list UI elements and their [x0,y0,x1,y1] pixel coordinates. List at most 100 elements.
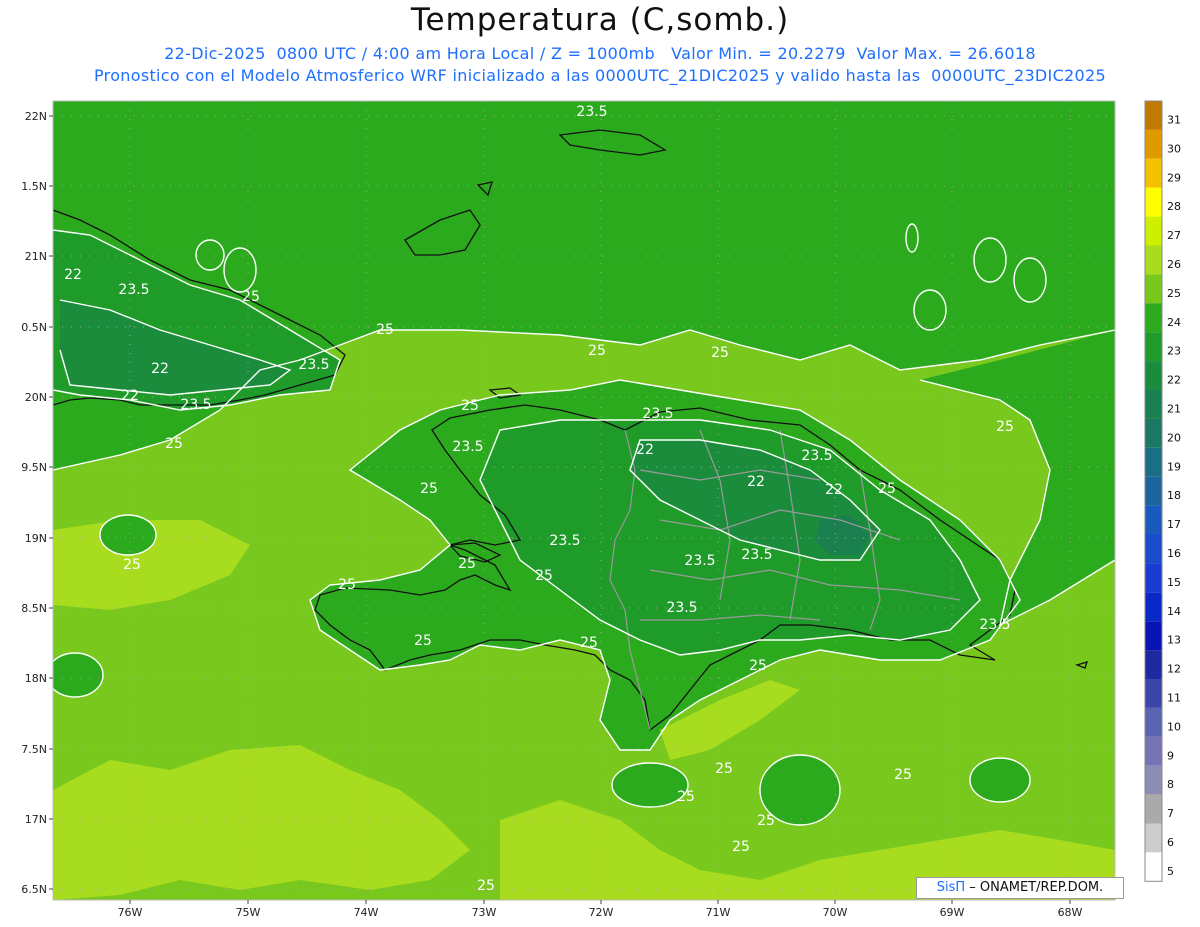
contour-value-label: 23.5 [801,448,832,464]
colorbar-swatch [1145,101,1162,130]
colorbar-swatch [1145,707,1162,737]
contour-value-label: 22 [825,482,843,498]
contour-value-label: 25 [894,767,912,783]
lon-tick-label: 69W [940,906,965,919]
lon-tick-label: 72W [589,906,614,919]
colorbar-swatch [1145,794,1162,824]
colorbar-label: 26 [1167,258,1181,271]
colorbar-label: 20 [1167,431,1181,444]
colorbar-swatch [1145,332,1162,362]
lon-tick-label: 74W [354,906,379,919]
contour-value-label: 25 [376,322,394,338]
contour-value-label: 25 [477,878,495,894]
colorbar-swatch [1145,679,1162,708]
colorbar-label: 21 [1167,402,1181,415]
colorbar-label: 12 [1167,663,1181,676]
lat-tick-label: 7.5N [21,743,47,756]
contour-value-label: 25 [588,343,606,359]
colorbar-swatch [1145,361,1162,390]
lon-tick-label: 70W [823,906,848,919]
contour-value-label: 25 [165,436,183,452]
colorbar-label: 14 [1167,605,1181,618]
contour-value-label: 22 [121,388,139,404]
colorbar-label: 10 [1167,720,1181,733]
contour-value-label: 25 [458,556,476,572]
lat-tick-label: 1.5N [21,180,47,193]
contour-value-label: 23.5 [452,439,483,455]
contour-value-label: 23.5 [684,553,715,569]
contour-value-label: 23.5 [642,406,673,422]
lat-tick-label: 6.5N [21,883,47,896]
colorbar-label: 11 [1167,691,1181,704]
contour-value-label: 23.5 [118,282,149,298]
lon-tick-label: 76W [118,906,143,919]
colorbar-swatch [1145,303,1162,333]
colorbar-swatch [1145,621,1162,651]
colorbar-label: 5 [1167,865,1174,878]
colorbar-swatch [1145,505,1162,535]
colorbar-swatch [1145,534,1162,564]
contour-value-label: 25 [242,289,260,305]
colorbar-swatch [1145,447,1162,477]
contour-value-label: 23.5 [576,104,607,120]
contour-value-label: 25 [123,557,141,573]
contour-value-label: 23.5 [979,617,1010,633]
contour-value-label: 22 [64,267,82,283]
contour-value-label: 23.5 [298,357,329,373]
contour-value-label: 25 [420,481,438,497]
contour-value-label: 25 [996,419,1014,435]
colorbar-swatch [1145,765,1162,795]
colorbar-swatch [1145,129,1162,159]
contour-value-label: 25 [878,481,896,497]
longitude-axis: 76W 75W 74W 73W 72W 71W 70W 69W 68W [118,900,1083,919]
colorbar-label: 18 [1167,489,1181,502]
contour-value-label: 25 [732,839,750,855]
colorbar-swatch [1145,476,1162,506]
weather-map: 23.5 22 23.5 25 25 25 23.5 22 23.5 22 25 25 25 23.5 25… [21,100,1181,919]
map-subtitle-time: 22-Dic-2025 0800 UTC / 4:00 am Hora Loca… [164,44,1036,63]
contour-value-label: 23.5 [666,600,697,616]
contour-value-label: 23.5 [741,547,772,563]
colorbar-label: 27 [1167,229,1181,242]
colorbar-label: 22 [1167,374,1181,387]
colorbar-label: 29 [1167,171,1181,184]
lat-tick-label: 19N [25,532,47,545]
map-subtitle-model: Pronostico con el Modelo Atmosferico WRF… [94,66,1106,85]
colorbar-swatch [1145,418,1162,448]
colorbar-label: 9 [1167,749,1174,762]
lat-tick-label: 20N [25,391,47,404]
colorbar-swatch [1145,187,1162,217]
credit-text: – ONAMET/REP.DOM. [965,880,1104,895]
colorbar-label: 30 [1167,142,1181,155]
colorbar-swatch [1145,823,1162,853]
colorbar-swatch [1145,390,1162,419]
contour-value-label: 25 [749,658,767,674]
colorbar-swatch [1145,592,1162,622]
latitude-axis: 22N 1.5N 21N 0.5N 20N 9.5N 19N 8.5N 18N 7.5N 17N 6.… [21,110,53,896]
lon-tick-label: 75W [236,906,261,919]
colorbar-label: 15 [1167,576,1181,589]
colorbar-label: 17 [1167,518,1181,531]
colorbar-label: 6 [1167,836,1174,849]
contour-value-label: 25 [580,635,598,651]
colorbar-swatch [1145,852,1162,882]
colorbar-swatch [1145,245,1162,275]
colorbar-label: 24 [1167,316,1181,329]
lat-tick-label: 0.5N [21,321,47,334]
lat-tick-label: 17N [25,813,47,826]
colorbar-label: 8 [1167,778,1174,791]
colorbar-label: 19 [1167,460,1181,473]
lon-tick-label: 73W [472,906,497,919]
lon-tick-label: 71W [706,906,731,919]
sispi-logo: SisΠ [936,880,966,895]
contour-value-label: 25 [677,789,695,805]
colorbar-label: 13 [1167,634,1181,647]
contour-value-label: 25 [461,398,479,414]
colorbar-label: 25 [1167,287,1181,300]
lat-tick-label: 18N [25,672,47,685]
colorbar-swatch [1145,274,1162,304]
contour-value-label: 22 [151,361,169,377]
contour-value-label: 25 [338,577,356,593]
lat-tick-label: 9.5N [21,461,47,474]
colorbar-label: 23 [1167,345,1181,358]
